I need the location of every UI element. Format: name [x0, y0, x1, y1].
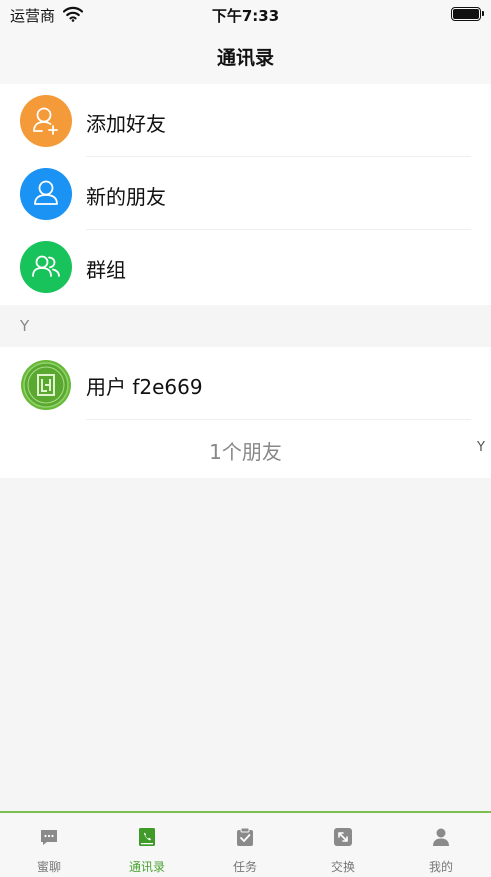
tab-contacts-label: 通讯录: [128, 860, 165, 874]
contacts-screen: 运营商 下午7:33 通讯录 添加好友 新的朋友 群组 Y 用户 f2e669 …: [0, 0, 491, 877]
tab-exchange[interactable]: 交换: [294, 813, 392, 877]
groups-item[interactable]: 群组: [0, 230, 491, 303]
contacts-icon: [139, 828, 155, 846]
friend-name: 用户 f2e669: [86, 375, 203, 399]
nav-bar: 通讯录: [0, 30, 491, 84]
tab-profile-label: 我的: [428, 860, 453, 874]
groups-label: 群组: [86, 258, 126, 282]
tab-tasks[interactable]: 任务: [196, 813, 294, 877]
friend-count: 1个朋友: [209, 440, 282, 464]
action-list: 添加好友 新的朋友 群组: [0, 84, 491, 305]
exchange-icon: [334, 828, 352, 846]
section-header: Y: [0, 305, 491, 347]
tab-contacts[interactable]: 通讯录: [98, 813, 196, 877]
tab-profile[interactable]: 我的: [392, 813, 490, 877]
user-icon: [20, 168, 72, 220]
index-bar-letter[interactable]: Y: [477, 440, 485, 455]
tab-chat-label: 蜜聊: [36, 860, 61, 874]
profile-icon: [433, 828, 449, 846]
status-time: 下午7:33: [211, 7, 280, 25]
add-friend-item[interactable]: 添加好友: [0, 84, 491, 157]
tab-bar: 蜜聊 通讯录 任务 交换 我的: [0, 811, 491, 877]
page-title: 通讯录: [216, 47, 274, 69]
battery-icon: [451, 7, 484, 21]
new-friends-item[interactable]: 新的朋友: [0, 157, 491, 230]
add-user-icon: [20, 95, 72, 147]
friend-avatar: [21, 360, 71, 410]
task-icon: [237, 827, 253, 846]
tab-exchange-label: 交换: [330, 860, 355, 874]
friend-count-row: 1个朋友: [0, 420, 491, 478]
chat-icon: [41, 830, 57, 845]
tab-tasks-label: 任务: [232, 860, 257, 874]
section-letter: Y: [20, 317, 30, 335]
status-bar: 运营商 下午7:33: [0, 0, 491, 30]
add-friend-label: 添加好友: [86, 112, 166, 136]
new-friends-label: 新的朋友: [86, 185, 166, 209]
friend-item[interactable]: 用户 f2e669: [0, 347, 491, 420]
friends-list: 用户 f2e669 1个朋友: [0, 347, 491, 478]
tab-chat[interactable]: 蜜聊: [0, 813, 98, 877]
group-icon: [20, 241, 72, 293]
